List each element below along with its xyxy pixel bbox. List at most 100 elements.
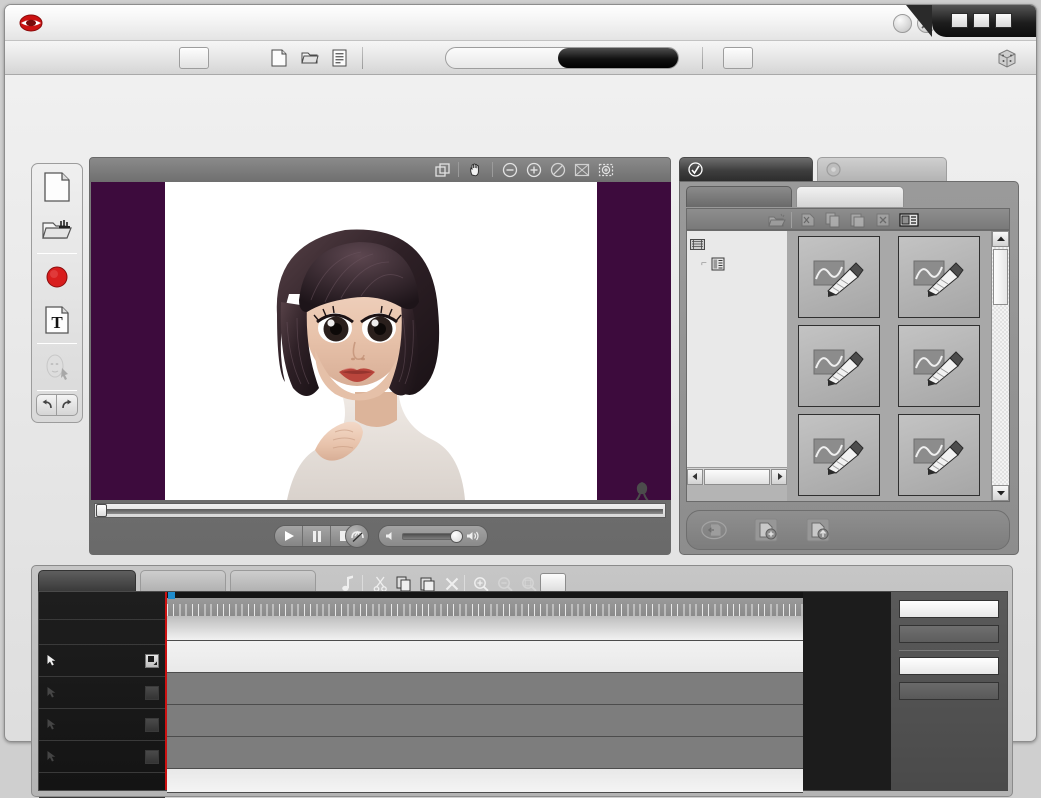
select-arrow-icon[interactable] — [45, 654, 59, 668]
lane-character0[interactable] — [167, 641, 803, 673]
new-document-icon[interactable] — [271, 49, 289, 67]
loop-record-button[interactable] — [345, 524, 369, 548]
project-length-value — [899, 600, 999, 618]
tab-stage[interactable] — [38, 570, 136, 591]
overwrite-icon — [805, 518, 831, 542]
tree-item-script[interactable] — [690, 235, 784, 254]
timeline-ruler[interactable] — [167, 592, 803, 616]
list-item[interactable] — [893, 325, 985, 410]
add-button[interactable] — [753, 518, 785, 542]
lane-character3[interactable] — [167, 737, 803, 769]
thumbnail-vertical-scrollbar[interactable] — [991, 231, 1009, 501]
cut-icon[interactable] — [798, 211, 818, 229]
output-button[interactable] — [723, 47, 753, 69]
ruler-ticks — [167, 604, 803, 616]
text-script-button[interactable]: T — [37, 300, 77, 340]
zoom-out-icon[interactable] — [501, 161, 519, 179]
preview-divider-1 — [458, 162, 459, 177]
tab-script[interactable] — [558, 48, 678, 68]
tab-script-panel[interactable] — [679, 157, 813, 181]
select-arrow-icon — [45, 686, 59, 700]
lane-character2[interactable] — [167, 705, 803, 737]
hand-pan-icon[interactable] — [467, 161, 485, 179]
track-options-icon — [145, 749, 159, 764]
list-item[interactable] — [893, 414, 985, 499]
track-header-character2[interactable] — [39, 709, 165, 741]
tab-template[interactable] — [686, 186, 792, 207]
list-item[interactable] — [793, 236, 885, 321]
open-audio-button[interactable] — [37, 210, 77, 250]
dice-icon[interactable] — [996, 47, 1018, 69]
left-tool-rail: T — [31, 163, 83, 423]
script-content-area: ⌐ — [686, 230, 1010, 502]
script-toolbar — [686, 208, 1010, 230]
list-item[interactable] — [893, 236, 985, 321]
seek-thumb[interactable] — [96, 504, 107, 517]
apply-button[interactable] — [701, 518, 733, 542]
track-header-camera[interactable] — [39, 620, 165, 645]
close-button[interactable] — [995, 13, 1012, 28]
volume-slider-thumb[interactable] — [450, 529, 463, 543]
tab-custom[interactable] — [796, 186, 904, 207]
tab-timeline[interactable] — [230, 570, 316, 591]
track-header-character0[interactable] — [39, 645, 165, 677]
hscroll-thumb[interactable] — [704, 468, 770, 485]
timeline-divider-1 — [362, 575, 363, 592]
volume-control[interactable] — [378, 525, 488, 547]
current-time-value — [899, 625, 999, 643]
pause-button[interactable] — [303, 526, 331, 546]
rail-divider-3 — [37, 390, 77, 391]
lane-character1[interactable] — [167, 673, 803, 705]
record-button[interactable] — [37, 257, 77, 297]
tree-horizontal-scrollbar[interactable] — [687, 467, 787, 485]
vscroll-thumb[interactable] — [993, 249, 1008, 305]
tab-motion-clip[interactable] — [817, 157, 947, 181]
list-item[interactable] — [793, 414, 885, 499]
cts-length-value — [899, 657, 999, 675]
open-folder-icon[interactable] — [767, 211, 787, 229]
track-header-character1[interactable] — [39, 677, 165, 709]
track-options-icon[interactable] — [145, 653, 159, 668]
play-button[interactable] — [275, 526, 303, 546]
preview-toolbar — [90, 158, 670, 182]
record-circle-icon — [44, 264, 70, 290]
zoom-in-icon[interactable] — [525, 161, 543, 179]
new-script-button[interactable] — [37, 167, 77, 207]
view-details-icon[interactable] — [899, 211, 919, 229]
delete-icon[interactable] — [873, 211, 893, 229]
project-button[interactable] — [179, 47, 209, 69]
save-document-icon[interactable] — [332, 49, 350, 67]
scroll-up-icon[interactable] — [992, 231, 1009, 247]
copy-icon[interactable] — [823, 211, 843, 229]
preview-stage[interactable] — [91, 182, 671, 500]
scroll-left-icon[interactable] — [687, 468, 703, 485]
undo-redo-group — [32, 394, 82, 416]
zoom-disabled-icon[interactable] — [549, 161, 567, 179]
scroll-down-icon[interactable] — [992, 485, 1009, 501]
maximize-button[interactable] — [973, 13, 990, 28]
expand-window-icon[interactable] — [433, 161, 451, 179]
redo-button[interactable] — [57, 394, 78, 416]
lane-camera[interactable] — [167, 616, 803, 641]
track-header-audio[interactable] — [39, 773, 165, 798]
script-panel-body: ⌐ — [679, 181, 1019, 555]
main-navigation-bar — [5, 41, 1036, 75]
camera-editor-button[interactable] — [540, 573, 566, 593]
list-item[interactable] — [793, 325, 885, 410]
playhead-marker[interactable] — [168, 592, 175, 599]
tab-model[interactable] — [446, 48, 562, 68]
undo-button[interactable] — [36, 394, 57, 416]
fit-to-window-icon[interactable] — [573, 161, 591, 179]
overwrite-button[interactable] — [805, 518, 837, 542]
paste-icon[interactable] — [848, 211, 868, 229]
volume-slider-track[interactable] — [402, 529, 463, 543]
scroll-right-icon[interactable] — [771, 468, 787, 485]
minimize-button[interactable] — [951, 13, 968, 28]
tab-emotives[interactable] — [140, 570, 226, 591]
lane-audio[interactable] — [167, 769, 803, 793]
zoom-region-icon[interactable] — [597, 161, 615, 179]
open-folder-icon[interactable] — [301, 49, 319, 67]
title-bar — [5, 5, 1036, 41]
tree-item-cts-sample[interactable]: ⌐ — [690, 254, 784, 273]
preview-seek-bar[interactable] — [94, 503, 666, 518]
